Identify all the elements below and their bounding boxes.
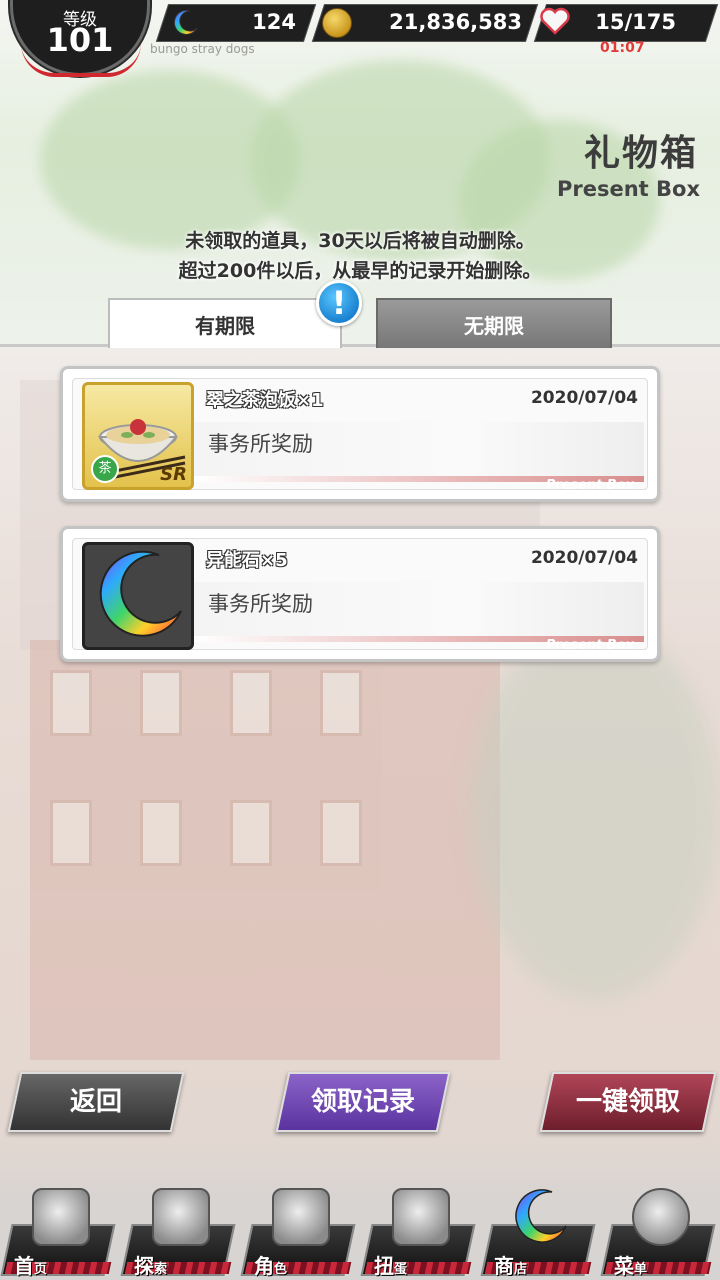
stones-count: 124 xyxy=(252,10,296,34)
claim-all-button[interactable]: 一键领取 xyxy=(539,1072,717,1132)
item-source: 事务所奖励 xyxy=(208,592,313,616)
nav-shop[interactable]: 商店 xyxy=(480,1188,596,1278)
rarity-badge: SR xyxy=(160,464,187,485)
claim-history-label: 领取记录 xyxy=(310,1087,415,1117)
level-badge[interactable]: 等级 101 xyxy=(10,0,150,77)
stamina-count: 15/175 xyxy=(595,10,676,34)
building-window xyxy=(140,800,182,866)
building-window xyxy=(230,670,272,736)
item-name: 异能石×5 xyxy=(206,550,288,571)
building-window xyxy=(50,670,92,736)
claim-all-label: 一键领取 xyxy=(575,1087,680,1117)
brick-building xyxy=(30,640,500,1060)
building-window xyxy=(320,670,362,736)
menu-gear-icon xyxy=(632,1188,690,1246)
nav-explore[interactable]: 探索 xyxy=(120,1188,236,1278)
item-date: 2020/07/04 xyxy=(530,548,638,568)
item-thumbnail: 茶 SR xyxy=(82,382,194,490)
nav-label: 首页 xyxy=(14,1254,48,1278)
nav-label: 探索 xyxy=(134,1254,168,1278)
building-window xyxy=(140,670,182,736)
stamina-timer: 01:07 xyxy=(600,40,645,56)
nav-label: 扭蛋 xyxy=(374,1254,408,1278)
nav-home[interactable]: 首页 xyxy=(0,1188,116,1278)
coins-count: 21,836,583 xyxy=(389,10,522,34)
item-source: 事务所奖励 xyxy=(208,432,313,456)
item-date: 2020/07/04 xyxy=(530,388,638,408)
present-item[interactable]: 异能石×5 2020/07/04 事务所奖励 Present Box xyxy=(60,526,660,662)
gacha-icon xyxy=(392,1188,450,1246)
page-title: 礼物箱 xyxy=(583,133,698,174)
tab-limited[interactable]: 有期限 xyxy=(108,298,342,348)
building-window xyxy=(230,800,272,866)
tab-unlimited[interactable]: 无期限 xyxy=(376,298,612,348)
notice-text: 未领取的道具，30天以后将被自动删除。 超过200件以后，从最早的记录开始删除。 xyxy=(0,226,720,286)
alert-icon: ! xyxy=(316,280,362,326)
building-window xyxy=(50,800,92,866)
building-window xyxy=(320,800,362,866)
characters-icon xyxy=(272,1188,330,1246)
card-tag: Present Box xyxy=(545,638,634,653)
bottom-navigation: 首页 探索 角色 扭蛋 商店 菜单 xyxy=(0,1150,720,1280)
ability-stone-icon xyxy=(173,9,198,35)
game-subtitle: bungo stray dogs xyxy=(150,42,255,56)
nav-gacha[interactable]: 扭蛋 xyxy=(360,1188,476,1278)
card-tag: Present Box xyxy=(545,478,634,493)
item-name: 翠之茶泡饭×1 xyxy=(206,390,324,411)
category-badge: 茶 xyxy=(91,455,119,483)
ability-stone-icon xyxy=(99,550,182,637)
notice-line: 超过200件以后，从最早的记录开始删除。 xyxy=(178,260,542,282)
home-icon xyxy=(32,1188,90,1246)
page-subtitle: Present Box xyxy=(556,177,700,201)
top-hud: 124 21,836,583 15/175 01:07 bungo stray … xyxy=(0,0,720,77)
level-progress-arc xyxy=(21,43,141,77)
explore-icon xyxy=(152,1188,210,1246)
item-thumbnail xyxy=(82,542,194,650)
nav-label: 菜单 xyxy=(614,1254,648,1278)
heart-stamina-icon xyxy=(540,7,570,35)
nav-menu[interactable]: 菜单 xyxy=(600,1188,716,1278)
present-item[interactable]: 茶 SR 翠之茶泡饭×1 2020/07/04 事务所奖励 Present Bo… xyxy=(60,366,660,502)
claim-history-button[interactable]: 领取记录 xyxy=(275,1072,451,1132)
nav-characters[interactable]: 角色 xyxy=(240,1188,356,1278)
nav-label: 角色 xyxy=(254,1254,288,1278)
tree-foliage xyxy=(470,620,720,1000)
back-button[interactable]: 返回 xyxy=(7,1072,185,1132)
coin-icon xyxy=(322,8,352,38)
shop-icon xyxy=(515,1189,567,1243)
back-button-label: 返回 xyxy=(69,1087,122,1117)
notice-line: 未领取的道具，30天以后将被自动删除。 xyxy=(185,230,535,252)
nav-label: 商店 xyxy=(494,1254,528,1278)
